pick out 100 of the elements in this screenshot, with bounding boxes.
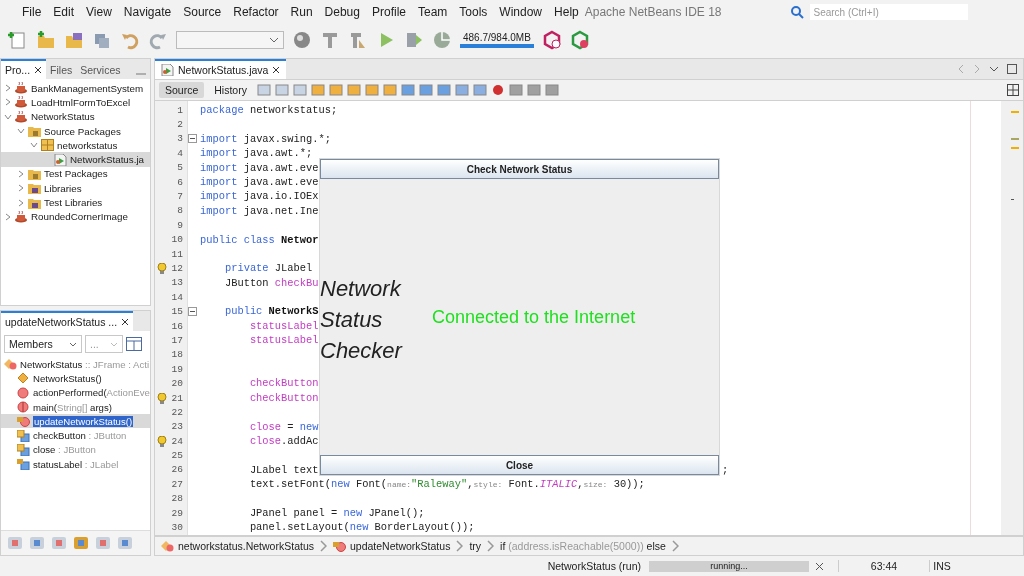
menu-item[interactable]: Run	[284, 5, 319, 19]
tree-item[interactable]: NetworkStatus :: JFrame : Acti	[1, 357, 150, 372]
tree-item[interactable]: Test Libraries	[1, 195, 150, 210]
menu-item[interactable]: File	[16, 5, 48, 19]
hammer-icon[interactable]	[320, 30, 340, 50]
member-item[interactable]: main(String[] args)	[1, 399, 150, 415]
lightbulb-icon[interactable]	[157, 263, 167, 275]
member-item[interactable]: actionPerformed(ActionEve	[1, 385, 150, 400]
close-button[interactable]: Close	[320, 455, 719, 475]
caret-position: 63:44	[838, 560, 929, 572]
collapse-caret-icon[interactable]	[4, 112, 12, 121]
task-label: NetworkStatus (run)	[547, 560, 641, 572]
close-icon[interactable]	[272, 66, 281, 74]
menu-item[interactable]: Edit	[47, 5, 81, 19]
globe-icon[interactable]	[292, 30, 312, 50]
split-view-icon[interactable]	[1007, 84, 1019, 96]
editor-mode-tab[interactable]: History	[208, 82, 253, 98]
fold-toggle-icon[interactable]	[188, 134, 197, 144]
tree-item[interactable]: BankManagementSystem	[1, 81, 150, 96]
line-number: 4	[177, 147, 183, 159]
menu-item[interactable]: Refactor	[227, 5, 285, 19]
breadcrumb[interactable]: if (address.isReachable(5000)) else	[500, 540, 666, 552]
coffee-cup-icon	[15, 110, 28, 123]
code-line: import java.io.IOEx	[200, 189, 319, 204]
private-method-icon	[17, 415, 30, 428]
fold-toggle-icon[interactable]	[188, 307, 197, 317]
maximize-icon[interactable]	[1007, 64, 1017, 74]
panel-tab[interactable]: Services	[76, 59, 125, 79]
tree-item[interactable]: Source Packages	[1, 123, 150, 139]
code-line: public NetworkS	[223, 304, 319, 319]
close-icon[interactable]	[34, 66, 43, 74]
menu-item[interactable]: View	[80, 5, 118, 19]
breadcrumb[interactable]: try	[469, 540, 482, 552]
tree-item[interactable]: NetworkStatus.ja	[1, 152, 150, 167]
memory-usage-meter[interactable]: 486.7/984.0MB	[460, 32, 534, 48]
collapse-caret-icon[interactable]	[30, 141, 38, 150]
line-number: 3	[177, 133, 183, 145]
editor-mode-tab[interactable]: Source	[159, 82, 205, 98]
panel-tab[interactable]: updateNetworkStatus ...	[1, 311, 134, 331]
tree-item[interactable]: Libraries	[1, 181, 150, 196]
search-field[interactable]: Search (Ctrl+I)	[809, 4, 968, 20]
filter-dropdown[interactable]: Members	[4, 335, 82, 353]
class-icon	[4, 358, 17, 371]
menu-item[interactable]: Source	[177, 5, 228, 19]
folder-icon	[28, 196, 41, 209]
caret-icon	[269, 37, 279, 43]
menu-item[interactable]: Navigate	[117, 5, 178, 19]
expand-caret-icon[interactable]	[4, 84, 12, 93]
menu-item[interactable]: Tools	[453, 5, 494, 19]
code-line: import java.awt.*;	[200, 146, 313, 161]
code-line: JPanel panel = new JPanel();	[248, 505, 425, 521]
member-item[interactable]: checkButton : JButton	[1, 428, 150, 443]
new-file-icon[interactable]	[8, 30, 28, 50]
lightbulb-icon[interactable]	[157, 436, 167, 447]
menu-item[interactable]: Profile	[366, 5, 412, 19]
menu-item[interactable]: Team	[412, 5, 454, 19]
cancel-icon[interactable]	[815, 561, 824, 571]
member-item[interactable]: statusLabel : JLabel	[1, 457, 150, 472]
panel-tab[interactable]: Pro...	[1, 59, 47, 79]
chevron-right-icon[interactable]	[973, 64, 981, 74]
code-line: private JLabel	[223, 261, 313, 276]
line-number: 22	[171, 406, 183, 418]
member-item[interactable]: updateNetworkStatus()	[1, 414, 150, 429]
collapse-caret-icon[interactable]	[17, 127, 25, 136]
coffee-cup-icon	[15, 82, 28, 95]
expand-caret-icon[interactable]	[17, 198, 25, 207]
member-item[interactable]: NetworkStatus()	[1, 371, 150, 386]
breadcrumb[interactable]: updateNetworkStatus	[333, 540, 451, 552]
search-icon[interactable]	[789, 5, 806, 19]
expand-caret-icon[interactable]	[17, 169, 25, 178]
folder-icon	[28, 167, 41, 180]
chevron-down-icon[interactable]	[989, 65, 999, 73]
close-icon[interactable]	[121, 318, 130, 326]
window-title: Apache NetBeans IDE 18	[584, 5, 722, 19]
menu-item[interactable]: Debug	[318, 5, 366, 19]
tree-item[interactable]: NetworkStatus	[1, 109, 150, 124]
new-project-icon[interactable]	[36, 30, 56, 50]
record-macro-icon[interactable]	[490, 83, 505, 97]
check-status-button[interactable]: Check Network Status	[320, 159, 719, 179]
member-item[interactable]: close : JButton	[1, 442, 150, 458]
configuration-dropdown[interactable]	[176, 31, 284, 49]
panel-tab[interactable]: Files	[46, 59, 77, 79]
code-line: JLabel text	[248, 462, 319, 478]
expand-caret-icon[interactable]	[4, 98, 12, 107]
menu-item[interactable]: Window	[493, 5, 549, 19]
file-tab[interactable]: NetworkStatus.java	[155, 59, 287, 79]
line-number: 17	[171, 334, 183, 346]
panel-layout-icon[interactable]	[126, 337, 142, 351]
tree-item[interactable]: networkstatus	[1, 138, 150, 153]
expand-caret-icon[interactable]	[17, 184, 25, 193]
expand-caret-icon[interactable]	[4, 212, 12, 221]
chevron-left-icon[interactable]	[957, 64, 965, 74]
tree-item[interactable]: LoadHtmlFormToExcel	[1, 95, 150, 110]
breadcrumb[interactable]: networkstatus.NetworkStatus	[161, 540, 314, 552]
menu-item[interactable]: Help	[548, 5, 585, 19]
tree-item[interactable]: Test Packages	[1, 166, 150, 182]
lightbulb-icon[interactable]	[157, 392, 167, 404]
tree-item[interactable]: RoundedCornerImage	[1, 209, 150, 224]
open-folder-icon[interactable]	[64, 30, 84, 50]
code-text: ;	[722, 463, 729, 478]
